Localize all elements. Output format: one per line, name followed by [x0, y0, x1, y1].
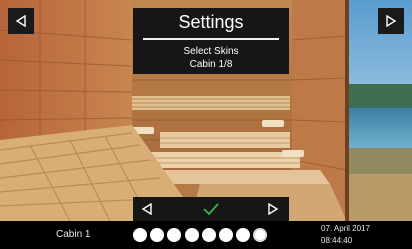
triangle-right-icon: [268, 203, 279, 215]
previous-button[interactable]: [8, 8, 34, 34]
confirm-button[interactable]: [197, 197, 225, 221]
skin-previous-button[interactable]: [135, 197, 159, 221]
skin-dot[interactable]: [150, 228, 165, 242]
status-bar: Cabin 1 07. April 2017 08:44:40: [0, 221, 412, 249]
skin-dot[interactable]: [133, 228, 147, 242]
skin-dot[interactable]: [218, 228, 233, 242]
skin-dot[interactable]: [253, 228, 268, 242]
skin-label: Cabin 1/8: [189, 59, 233, 70]
skin-next-button[interactable]: [261, 197, 285, 221]
triangle-left-icon: [15, 15, 26, 27]
skin-dot[interactable]: [236, 228, 251, 242]
skin-dot[interactable]: [201, 228, 216, 242]
next-button[interactable]: [378, 8, 404, 34]
date-text: 07. April 2017: [321, 224, 370, 233]
skin-dot[interactable]: [184, 228, 199, 242]
triangle-left-icon: [141, 203, 152, 215]
time-text: 08:44:40: [321, 236, 353, 245]
datetime: 07. April 2017 08:44:40: [321, 223, 370, 247]
checkmark-icon: [203, 203, 219, 216]
settings-divider: [143, 38, 279, 40]
triangle-right-icon: [386, 15, 397, 27]
cabin-label: Cabin 1: [56, 229, 91, 240]
skin-dot[interactable]: [167, 228, 182, 242]
settings-panel: Settings Select Skins Cabin 1/8: [133, 8, 289, 74]
settings-title: Settings: [178, 12, 244, 32]
skin-controls: [133, 197, 289, 221]
skin-indicator: [133, 221, 268, 249]
settings-subtitle: Select Skins: [183, 46, 239, 57]
